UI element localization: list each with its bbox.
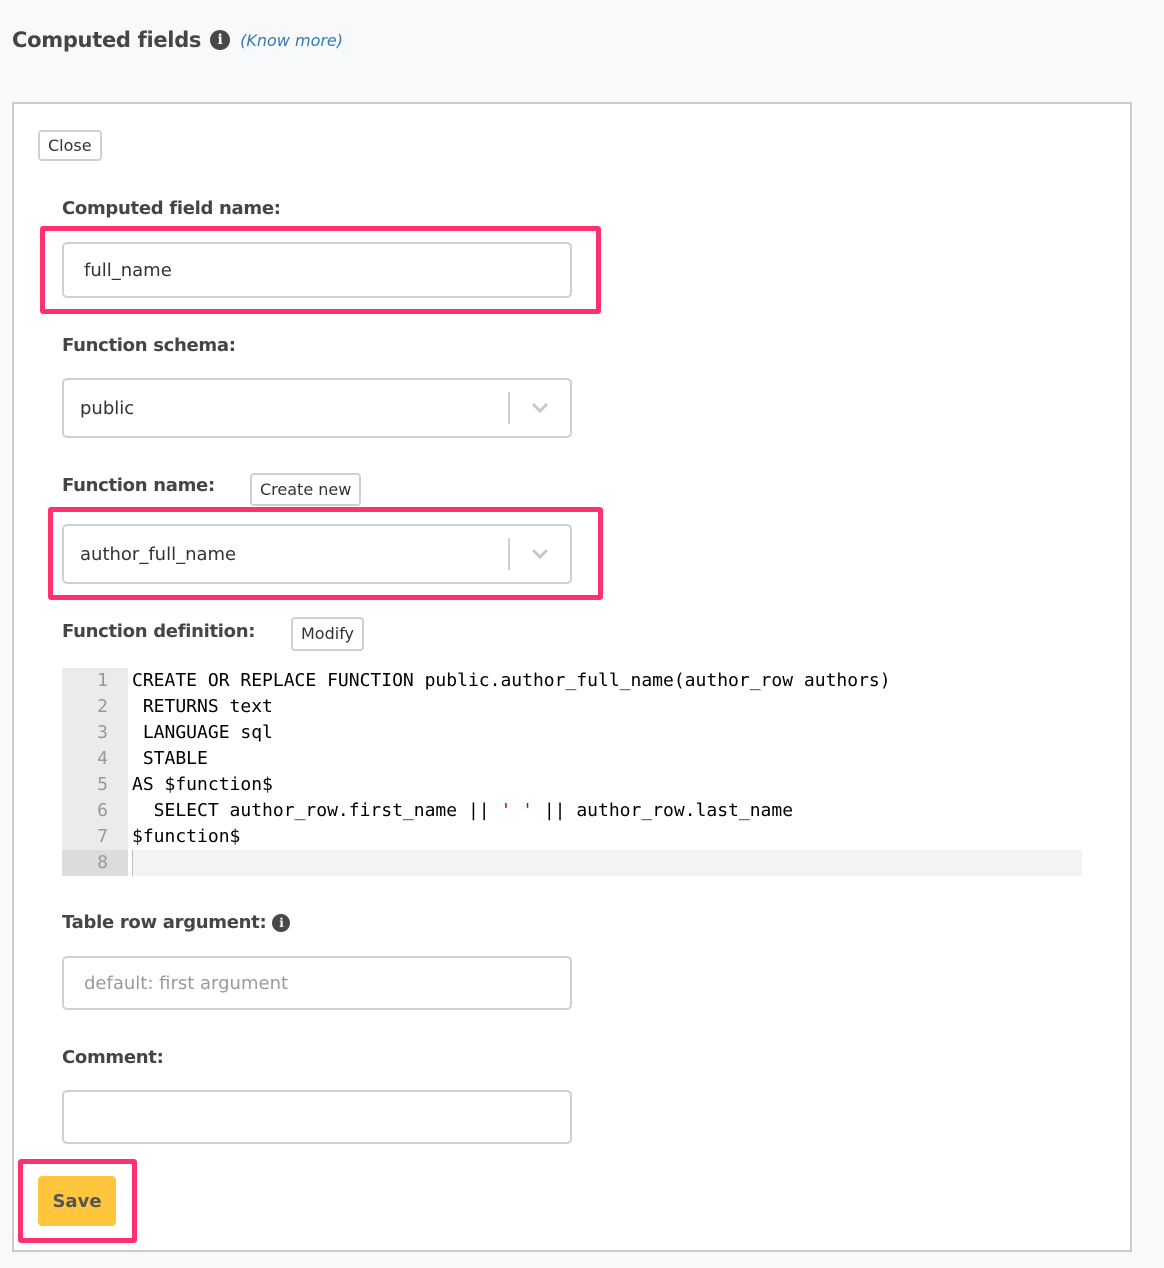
know-more-link[interactable]: (Know more) <box>240 31 343 50</box>
line-number: 5 <box>62 772 128 798</box>
code-line: 1 CREATE OR REPLACE FUNCTION public.auth… <box>62 668 1082 694</box>
code-line-active: 8 <box>62 850 1082 876</box>
chevron-down-icon[interactable] <box>510 402 570 414</box>
computed-field-name-input[interactable]: full_name <box>62 242 572 298</box>
line-number: 3 <box>62 720 128 746</box>
close-button[interactable]: Close <box>38 130 102 161</box>
table-row-argument-input[interactable]: default: first argument <box>62 956 572 1010</box>
code-text: RETURNS text <box>132 696 273 717</box>
code-text-cursor[interactable] <box>132 850 1082 876</box>
line-number: 4 <box>62 746 128 772</box>
table-row-argument-label-row: Table row argument: i <box>62 912 291 933</box>
code-text: STABLE <box>132 748 208 769</box>
chevron-down-icon[interactable] <box>510 548 570 560</box>
function-schema-select[interactable]: public <box>62 378 572 438</box>
code-text: $function$ <box>132 826 241 847</box>
function-schema-label: Function schema: <box>62 335 236 356</box>
save-button[interactable]: Save <box>38 1176 116 1226</box>
line-number: 8 <box>62 850 128 876</box>
code-line: 6 SELECT author_row.first_name || ' ' ||… <box>62 798 1082 824</box>
computed-field-name-label: Computed field name: <box>62 198 281 219</box>
function-definition-editor[interactable]: 1 CREATE OR REPLACE FUNCTION public.auth… <box>62 668 1082 876</box>
function-schema-value: public <box>80 397 135 419</box>
function-name-label: Function name: <box>62 475 215 496</box>
comment-input[interactable] <box>62 1090 572 1144</box>
code-line: 3 LANGUAGE sql <box>62 720 1082 746</box>
code-text: AS $function$ <box>132 774 273 795</box>
code-segment: SELECT author_row.first_name || <box>132 800 501 821</box>
section-title: Computed fields <box>12 28 202 52</box>
code-text: LANGUAGE sql <box>132 722 273 743</box>
line-number: 6 <box>62 798 128 824</box>
code-text: CREATE OR REPLACE FUNCTION public.author… <box>132 670 891 691</box>
comment-label: Comment: <box>62 1047 164 1068</box>
section-header: Computed fields i (Know more) <box>12 28 343 52</box>
code-text: SELECT author_row.first_name || ' ' || a… <box>128 798 1082 824</box>
code-line: 7 $function$ <box>62 824 1082 850</box>
computed-field-name-value: full_name <box>84 259 172 281</box>
code-segment: || author_row.last_name <box>532 800 794 821</box>
function-definition-label: Function definition: <box>62 621 256 642</box>
code-line: 2 RETURNS text <box>62 694 1082 720</box>
line-number: 2 <box>62 694 128 720</box>
code-line: 4 STABLE <box>62 746 1082 772</box>
info-icon[interactable]: i <box>272 913 291 932</box>
code-line: 5 AS $function$ <box>62 772 1082 798</box>
modify-button[interactable]: Modify <box>291 617 365 651</box>
table-row-argument-placeholder: default: first argument <box>84 972 289 994</box>
line-number: 1 <box>62 668 128 694</box>
function-name-value: author_full_name <box>80 543 237 565</box>
table-row-argument-label: Table row argument: <box>62 912 267 933</box>
line-number: 7 <box>62 824 128 850</box>
create-new-button[interactable]: Create new <box>250 473 362 506</box>
function-name-select[interactable]: author_full_name <box>62 524 572 584</box>
info-icon[interactable]: i <box>210 30 231 50</box>
code-string-literal: ' ' <box>500 800 533 821</box>
